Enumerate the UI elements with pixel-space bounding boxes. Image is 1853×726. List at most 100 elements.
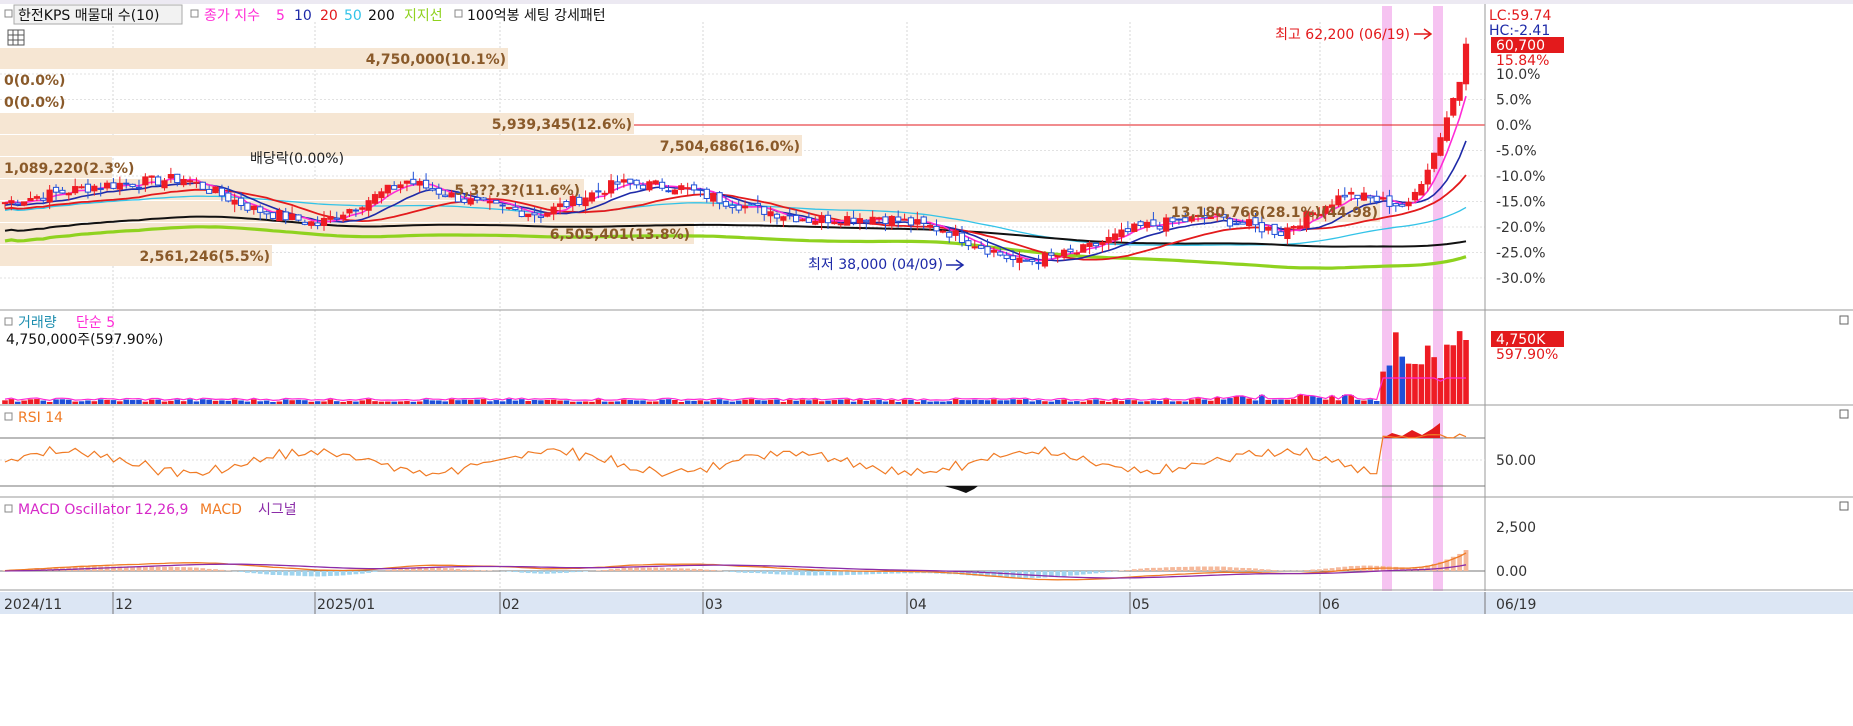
volume-title[interactable]: 거래량 (18, 315, 57, 331)
ma-label[interactable]: 종가 지수 (204, 8, 260, 24)
volume-bar (187, 399, 193, 404)
volume-bar (1373, 400, 1380, 404)
macd-bar (1272, 570, 1278, 571)
volume-bar (774, 399, 780, 404)
ma-period-20[interactable]: 20 (320, 8, 338, 24)
volume-bar (263, 400, 270, 404)
volume-bar (1208, 400, 1214, 404)
volume-bar (1131, 400, 1138, 404)
macd-bar (832, 571, 837, 576)
volume-bar (665, 399, 672, 404)
macd-bar (1125, 569, 1131, 571)
macd-bar (557, 571, 563, 574)
candle (493, 199, 500, 204)
macd-bar (257, 571, 263, 574)
ma-period-5[interactable]: 5 (276, 8, 285, 24)
macd-bar (615, 568, 620, 571)
volume-bar (729, 401, 736, 404)
volume-bar (1246, 398, 1252, 404)
candle (199, 181, 206, 190)
candle (671, 188, 678, 195)
macd-bar (372, 571, 378, 572)
volume-bar (946, 401, 953, 404)
table-icon[interactable] (7, 29, 25, 46)
signal-label[interactable]: 시그널 (258, 502, 297, 518)
volume-bar (518, 399, 525, 404)
volume-bar (978, 400, 984, 404)
volume-close-icon[interactable] (1839, 315, 1849, 325)
volume-bar (410, 401, 417, 404)
macd-bar (519, 571, 525, 573)
ma-period-50[interactable]: 50 (344, 8, 362, 24)
macd-title[interactable]: MACD Oscillator 12,26,9 (18, 502, 188, 518)
macd-bar (481, 570, 486, 571)
macd-bar (780, 571, 786, 575)
volume-bar (448, 399, 455, 404)
macd-bar (1233, 567, 1239, 571)
volume-bar (238, 400, 244, 404)
volume-bar (799, 399, 806, 404)
ma-period-200[interactable]: 200 (368, 8, 395, 24)
macd-bar (340, 571, 346, 576)
lc-label: LC:59.74 (1489, 8, 1551, 24)
profile-label-8: 13,180,766(28.1%)(44.98) (1171, 205, 1378, 221)
price-legend: 한전KPS 매물대 수(10) 종가 지수 5 10 20 50 200 지지선… (4, 4, 606, 25)
macd-bar (704, 569, 710, 571)
volume-bar (1086, 400, 1093, 404)
macd-bar (774, 571, 780, 575)
macd-bar (219, 569, 225, 571)
pct-tick-2: 0.0% (1496, 118, 1532, 134)
macd-label[interactable]: MACD (200, 502, 242, 518)
volume-bar (1137, 401, 1144, 404)
volume-bar (997, 400, 1004, 404)
rsi-title[interactable]: RSI 14 (18, 410, 63, 426)
volume-bar (1080, 401, 1087, 404)
macd-bar (749, 571, 754, 573)
volume-bar (595, 399, 602, 404)
volume-bar (46, 401, 53, 404)
rsi-close-icon[interactable] (1839, 409, 1849, 419)
volume-bar (876, 399, 882, 404)
x-label-04: 04 (909, 597, 927, 613)
macd-bar (666, 568, 671, 571)
macd-close-icon[interactable] (1839, 501, 1849, 511)
volume-bar (582, 401, 589, 404)
volume-bar (991, 399, 997, 404)
volume-bar (965, 400, 972, 404)
macd-bar (276, 571, 282, 576)
support-label[interactable]: 지지선 (404, 8, 443, 24)
profile-label-4: 5,939,345(12.6%) (492, 117, 632, 133)
volume-bar (850, 401, 857, 404)
volume-bar (1437, 378, 1444, 404)
macd-bar (1208, 566, 1214, 571)
macd-bar (327, 571, 333, 576)
volume-bar (155, 399, 161, 404)
pattern-label[interactable]: 100억봉 세팅 강세패턴 (467, 8, 606, 24)
volume-bar (493, 400, 500, 404)
candle (1041, 251, 1049, 269)
macd-bar (1240, 567, 1246, 571)
volume-bar (780, 401, 787, 404)
volume-bar (697, 400, 704, 404)
macd-bar (1202, 566, 1207, 571)
macd-bar (1061, 571, 1067, 577)
volume-bar (525, 401, 531, 404)
macd-bar (653, 567, 659, 571)
macd-bar (174, 566, 180, 571)
stock-name[interactable]: 한전KPS 매물대 수(10) (18, 8, 159, 24)
volume-bar (837, 399, 844, 404)
volume-bar (1061, 399, 1067, 404)
volume-bar (1431, 357, 1437, 404)
candle (748, 202, 755, 205)
hc-label: HC:-2.41 (1489, 23, 1550, 39)
macd-bar (391, 569, 397, 571)
volume-bar (34, 399, 40, 404)
volume-bar (818, 401, 825, 404)
volume-ma-label[interactable]: 단순 5 (76, 315, 115, 331)
ma-period-10[interactable]: 10 (294, 8, 312, 24)
stock-chart: 4,750,000(10.1%) 0(0.0%) 0(0.0%) 5,939,3… (0, 0, 1853, 726)
volume-bar (735, 400, 742, 404)
volume-bar (1303, 395, 1310, 404)
volume-bar (678, 401, 685, 404)
volume-bar (455, 400, 461, 404)
